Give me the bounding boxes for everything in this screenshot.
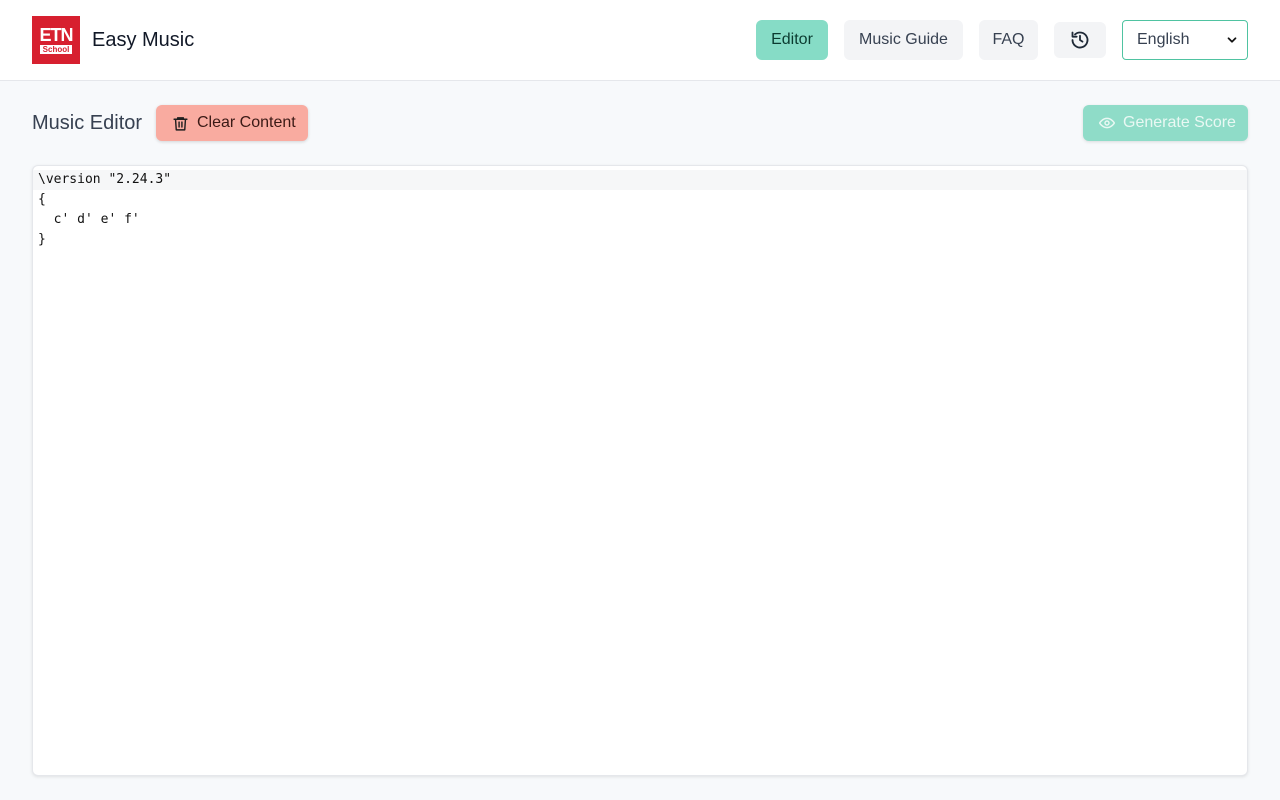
app-title: Easy Music — [92, 29, 195, 51]
top-bar: ETN School Easy Music Editor Music Guide… — [0, 0, 1280, 81]
code-lines: \version "2.24.3" { c' d' e' f' } — [33, 166, 1247, 250]
language-select[interactable]: English — [1122, 20, 1248, 60]
clear-content-button[interactable]: Clear Content — [156, 105, 308, 141]
language-selected-value: English — [1137, 31, 1190, 48]
etn-school-logo[interactable]: ETN School — [32, 16, 80, 64]
history-button[interactable] — [1054, 22, 1106, 58]
code-line[interactable]: } — [33, 230, 1247, 250]
generate-score-button[interactable]: Generate Score — [1083, 105, 1248, 141]
nav-faq-button[interactable]: FAQ — [979, 20, 1038, 60]
section-title: Music Editor — [32, 112, 143, 134]
code-line[interactable]: c' d' e' f' — [33, 210, 1247, 230]
nav-editor-button[interactable]: Editor — [756, 20, 828, 60]
clear-content-label: Clear Content — [197, 114, 296, 131]
logo-main-text: ETN — [39, 25, 74, 45]
nav-music-guide-button[interactable]: Music Guide — [844, 20, 963, 60]
generate-score-label: Generate Score — [1123, 114, 1236, 131]
code-editor[interactable]: \version "2.24.3" { c' d' e' f' } — [32, 165, 1248, 776]
history-icon — [1071, 31, 1089, 49]
eye-icon — [1099, 117, 1115, 129]
logo-sub-text: School — [39, 45, 73, 54]
code-line[interactable]: { — [33, 190, 1247, 210]
code-line[interactable]: \version "2.24.3" — [33, 170, 1247, 190]
chevron-down-icon — [1227, 37, 1237, 43]
trash-icon — [173, 116, 188, 131]
